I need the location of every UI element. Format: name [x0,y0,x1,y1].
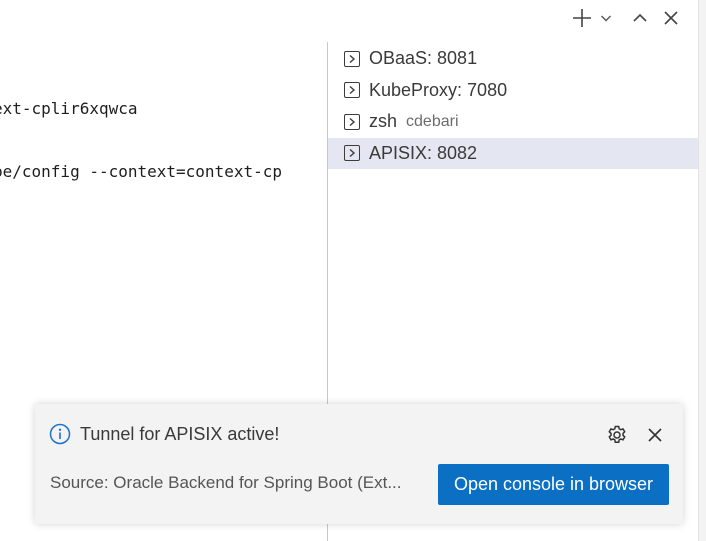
terminal-panel-toolbar [0,0,706,36]
terminal-tab-kubeproxy[interactable]: KubeProxy: 7080 [328,75,698,107]
terminal-tab-zsh[interactable]: zsh cdebari [328,106,698,138]
info-icon [49,423,71,445]
chevron-down-icon [601,15,611,22]
chevron-up-icon [633,13,647,22]
notification-header: Tunnel for APISIX active! [49,421,279,447]
terminal-tab-obaas[interactable]: OBaaS: 8081 [328,43,698,75]
close-panel-button[interactable] [659,6,683,30]
terminal-tab-apisix[interactable]: APISIX: 8082 [328,137,698,169]
terminal-tab-label: OBaaS: 8081 [369,48,478,69]
terminal-tab-label: zsh [369,111,398,132]
maximize-panel-button[interactable] [628,6,652,30]
scrollbar[interactable] [698,0,706,541]
gear-icon [608,425,626,443]
notification-message: Tunnel for APISIX active! [80,423,280,444]
terminal-tab-label: KubeProxy: 7080 [369,79,508,100]
close-icon [664,11,678,25]
terminal-tabs-list: OBaaS: 8081 KubeProxy: 7080 zsh cdebari … [328,43,698,169]
terminal-line: be/config --context=context-cp [0,162,282,181]
new-terminal-button[interactable] [570,6,594,30]
terminal-icon [344,113,360,130]
open-console-button[interactable]: Open console in browser [438,464,669,505]
terminal-line: ext-cplir6xqwca [0,99,138,118]
terminal-tab-description: cdebari [406,112,459,130]
notification-settings-button[interactable] [605,423,629,447]
terminal-tab-label: APISIX: 8082 [369,142,478,163]
close-icon [648,428,662,442]
terminal-icon [344,82,360,99]
plus-icon [573,9,591,27]
terminal-icon [344,50,360,67]
terminal-profiles-dropdown[interactable] [597,6,615,30]
notification-source: Source: Oracle Backend for Spring Boot (… [50,473,402,492]
notification-toast: Tunnel for APISIX active! Source: Oracle… [35,404,683,524]
notification-close-button[interactable] [643,423,667,447]
terminal-icon [344,145,360,162]
